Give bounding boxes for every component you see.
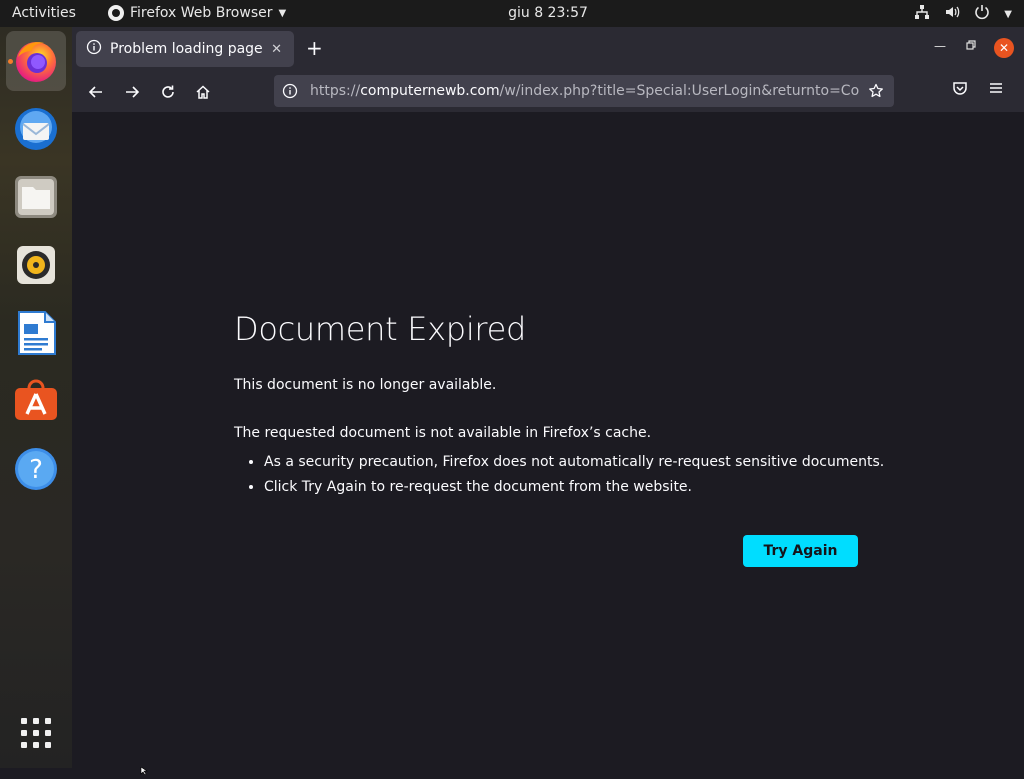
firefox-window: Problem loading page ✕ + — ✕ https://com… bbox=[72, 27, 1024, 768]
info-icon bbox=[86, 39, 102, 59]
bookmark-star-icon[interactable] bbox=[868, 83, 884, 99]
app-grid-icon bbox=[21, 718, 51, 748]
close-icon[interactable]: ✕ bbox=[271, 42, 282, 57]
mouse-pointer-icon bbox=[140, 760, 148, 779]
list-item: As a security precaution, Firefox does n… bbox=[264, 454, 884, 471]
window-close-icon[interactable]: ✕ bbox=[994, 38, 1014, 58]
error-short-description: This document is no longer available. bbox=[234, 377, 497, 393]
hamburger-menu-icon[interactable] bbox=[988, 80, 1004, 100]
dock-item-thunderbird[interactable] bbox=[6, 99, 66, 159]
error-page: Document Expired This document is no lon… bbox=[72, 112, 1024, 768]
rhythmbox-icon bbox=[17, 246, 55, 284]
dock-item-rhythmbox[interactable] bbox=[6, 235, 66, 295]
home-icon[interactable] bbox=[191, 80, 215, 104]
dock-item-files[interactable] bbox=[6, 167, 66, 227]
tab-title: Problem loading page bbox=[110, 41, 263, 57]
dock-item-firefox[interactable] bbox=[6, 31, 66, 91]
list-item: Click Try Again to re-request the docume… bbox=[264, 479, 884, 496]
dock-item-help[interactable]: ? bbox=[6, 439, 66, 499]
clock[interactable]: giu 8 23:57 bbox=[0, 5, 1024, 21]
tab-bar: Problem loading page ✕ + — ✕ bbox=[72, 27, 1024, 71]
error-bullet-list: As a security precaution, Firefox does n… bbox=[248, 454, 884, 504]
chevron-down-icon[interactable]: ▼ bbox=[1004, 9, 1012, 20]
help-icon: ? bbox=[15, 448, 57, 490]
system-tray[interactable]: ▼ bbox=[914, 4, 1012, 24]
firefox-icon bbox=[16, 42, 56, 82]
writer-icon bbox=[18, 311, 56, 355]
pocket-icon[interactable] bbox=[952, 80, 968, 100]
svg-text:?: ? bbox=[29, 455, 43, 485]
minimize-icon[interactable]: — bbox=[934, 39, 946, 53]
dock-item-software[interactable] bbox=[6, 371, 66, 431]
power-icon[interactable] bbox=[974, 4, 990, 24]
try-again-button[interactable]: Try Again bbox=[743, 535, 858, 567]
site-info-icon[interactable] bbox=[282, 83, 302, 99]
dock-item-show-apps[interactable] bbox=[6, 703, 66, 763]
running-indicator bbox=[8, 59, 13, 64]
dock: ? bbox=[0, 27, 72, 768]
forward-icon[interactable] bbox=[120, 80, 144, 104]
restore-icon[interactable] bbox=[966, 39, 976, 53]
url-text[interactable]: https://computernewb.com/w/index.php?tit… bbox=[310, 83, 860, 99]
gnome-top-bar: Activities Firefox Web Browser ▼ giu 8 2… bbox=[0, 0, 1024, 27]
software-icon bbox=[15, 379, 57, 420]
volume-icon[interactable] bbox=[944, 4, 960, 24]
back-icon[interactable] bbox=[84, 80, 108, 104]
url-host: computernewb.com bbox=[360, 83, 500, 99]
error-long-description: The requested document is not available … bbox=[234, 425, 652, 441]
page-title: Document Expired bbox=[234, 310, 526, 348]
dock-item-writer[interactable] bbox=[6, 303, 66, 363]
url-bar[interactable]: https://computernewb.com/w/index.php?tit… bbox=[274, 75, 894, 107]
files-icon bbox=[15, 176, 57, 218]
thunderbird-icon bbox=[15, 108, 57, 150]
url-scheme: https:// bbox=[310, 83, 361, 99]
url-path: /w/index.php?title=Special:UserLogin&ret… bbox=[499, 83, 860, 99]
tab-problem-loading[interactable]: Problem loading page ✕ bbox=[76, 31, 294, 67]
reload-icon[interactable] bbox=[156, 80, 180, 104]
new-tab-button[interactable]: + bbox=[306, 38, 323, 58]
network-icon[interactable] bbox=[914, 4, 930, 24]
nav-bar: https://computernewb.com/w/index.php?tit… bbox=[72, 71, 1024, 112]
